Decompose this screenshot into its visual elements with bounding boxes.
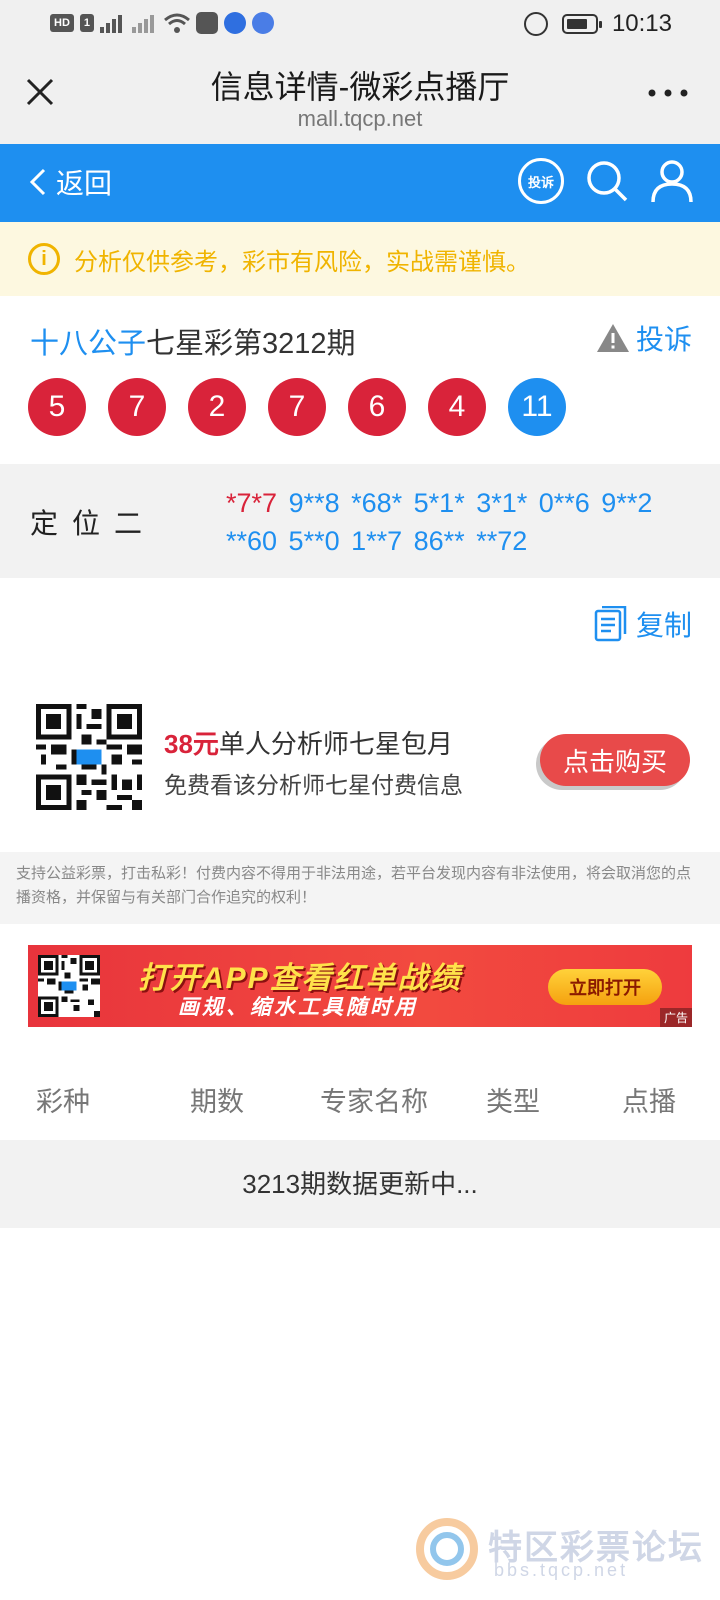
promo-price: 38元 [164, 729, 219, 759]
buy-button[interactable]: 点击购买 [540, 734, 690, 786]
battery-icon [561, 14, 602, 34]
status-bar: HD 1 10:13 [0, 0, 720, 48]
status-right: 10:13 [523, 10, 672, 38]
hd-badge: HD [50, 14, 74, 32]
more-options-icon[interactable] [646, 78, 690, 108]
position-label: 定位二 [30, 508, 157, 539]
complain-label: 投诉 [635, 324, 692, 355]
ad-tag: 广告 [659, 1008, 692, 1027]
table-header: 彩种 期数 专家名称 类型 点播 [0, 1050, 720, 1140]
risk-notice: i 分析仅供参考，彩市有风险，实战需谨慎。 [0, 222, 720, 296]
nav-actions: 投诉 [518, 158, 694, 204]
copy-button[interactable]: 复制 [594, 604, 692, 644]
red-ball: 4 [428, 378, 486, 436]
clock: 10:13 [611, 10, 672, 37]
banner-qr-code [38, 955, 100, 1017]
user-icon[interactable] [650, 158, 694, 204]
signal-icon [100, 13, 126, 33]
issue-title: 十八公子七星彩第3212期 [30, 320, 356, 362]
back-label: 返回 [56, 168, 113, 199]
page-url: mall.tqcp.net [297, 106, 423, 131]
column-header-play: 点播 [622, 1087, 676, 1117]
nfc-icon [523, 12, 548, 36]
red-ball: 7 [108, 378, 166, 436]
promo-title-text: 单人分析师七星包月 [218, 729, 453, 759]
browser-title-bar: 信息详情-微彩点播厅 mall.tqcp.net [0, 48, 720, 144]
message-app-icon [196, 12, 219, 34]
red-ball: 5 [28, 378, 86, 436]
position-two-row: 定位二 *7*7 9**8 *68* 5*1* 3*1* 0**6 9**2 *… [0, 464, 720, 578]
highlight-combo: *7*7 [226, 488, 278, 518]
copy-icon [594, 606, 627, 642]
copy-label: 复制 [635, 610, 692, 641]
column-header-lottery: 彩种 [36, 1087, 90, 1117]
music-app-icon [252, 12, 275, 34]
red-ball: 2 [188, 378, 246, 436]
expert-name-link[interactable]: 十八公子 [30, 328, 146, 360]
promo-title: 38元单人分析师七星包月 [164, 724, 453, 761]
red-ball: 6 [348, 378, 406, 436]
issue-title-text: 七星彩第3212期 [146, 328, 356, 360]
page-title: 信息详情-微彩点播厅 [210, 69, 510, 105]
wifi-icon [164, 13, 190, 33]
search-icon[interactable] [584, 158, 630, 204]
position-combos: *7*7 9**8 *68* 5*1* 3*1* 0**6 9**2 **60 … [226, 484, 696, 560]
forum-watermark: 特区彩票论坛 bbs.tqcp.net [416, 1518, 706, 1586]
copy-row: 复制 [0, 578, 720, 666]
blue-ball: 11 [508, 378, 566, 436]
update-status: 3213期数据更新中... [0, 1140, 720, 1228]
red-ball: 7 [268, 378, 326, 436]
subscription-promo: 38元单人分析师七星包月 免费看该分析师七星付费信息 点击购买 [0, 678, 720, 846]
browser-app-icon [224, 12, 247, 34]
combo-list: 9**8 *68* 5*1* 3*1* 0**6 9**2 **60 5**0 … [226, 488, 653, 556]
complain-button[interactable]: 投诉 [596, 318, 692, 358]
status-left: HD 1 [50, 12, 275, 34]
column-header-expert: 专家名称 [320, 1087, 428, 1117]
watermark-url: bbs.tqcp.net [494, 1560, 629, 1580]
back-button[interactable]: 返回 [28, 162, 112, 202]
column-header-type: 类型 [486, 1087, 540, 1117]
chevron-left-icon [29, 168, 46, 196]
warning-icon [596, 324, 629, 352]
notice-text: 分析仅供参考，彩市有风险，实战需谨慎。 [74, 248, 530, 276]
complain-icon[interactable]: 投诉 [518, 158, 564, 204]
promo-subtitle: 免费看该分析师七星付费信息 [164, 772, 463, 798]
sim-slot-badge: 1 [79, 14, 95, 32]
app-banner-ad[interactable]: 打开APP查看红单战绩 画规、缩水工具随时用 立即打开 广告 [28, 945, 692, 1027]
nav-bar: 返回 投诉 [0, 144, 720, 222]
disclaimer-text: 支持公益彩票，打击私彩！付费内容不得用于非法用途，若平台发现内容有非法使用，将会… [0, 852, 720, 924]
issue-header: 十八公子七星彩第3212期 投诉 5 7 2 7 6 4 11 [0, 296, 720, 464]
open-app-button[interactable]: 立即打开 [548, 969, 662, 1005]
qr-code [36, 704, 142, 810]
signal-secondary-icon [132, 13, 158, 33]
info-icon: i [28, 243, 60, 275]
column-header-issue: 期数 [190, 1087, 244, 1117]
draw-result-balls: 5 7 2 7 6 4 11 [28, 378, 566, 436]
banner-subline: 画规、缩水工具随时用 [178, 996, 418, 1019]
watermark-logo-inner [430, 1532, 464, 1566]
